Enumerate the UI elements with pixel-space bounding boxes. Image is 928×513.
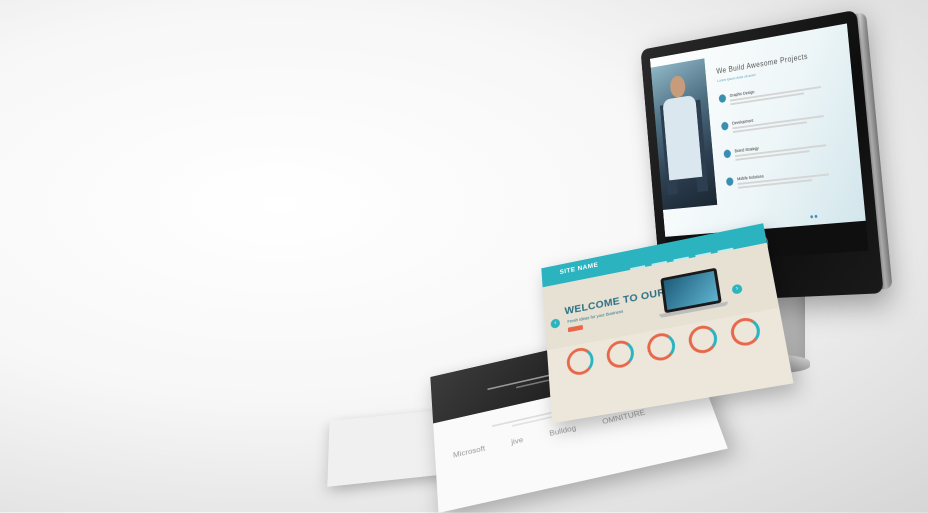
floating-page-site: SITE NAME ‹ WELCOME TO OUR SITE Fresh Id… <box>541 223 794 424</box>
next-arrow-icon: › <box>731 283 743 295</box>
client-logo: Bulldog <box>548 424 577 438</box>
mobile-icon <box>725 177 734 187</box>
client-logo: jive <box>510 435 524 447</box>
feature-item: Mobile Solutions <box>725 165 843 189</box>
read-more-button <box>567 324 584 333</box>
businessman-photo <box>650 58 718 210</box>
code-icon <box>720 121 729 131</box>
feature-item: Development <box>720 106 837 133</box>
hero-scene: We Build Awesome Projects Lorem ipsum do… <box>0 0 928 513</box>
slider-dots <box>809 205 819 223</box>
site-brand: SITE NAME <box>559 262 599 276</box>
screen-heading: We Build Awesome Projects <box>716 51 809 76</box>
prev-arrow-icon: ‹ <box>550 318 561 329</box>
gear-icon <box>718 93 727 104</box>
globe-icon <box>723 149 732 159</box>
client-logo: Microsoft <box>452 444 486 460</box>
feature-item: Brand Strategy <box>723 136 839 161</box>
